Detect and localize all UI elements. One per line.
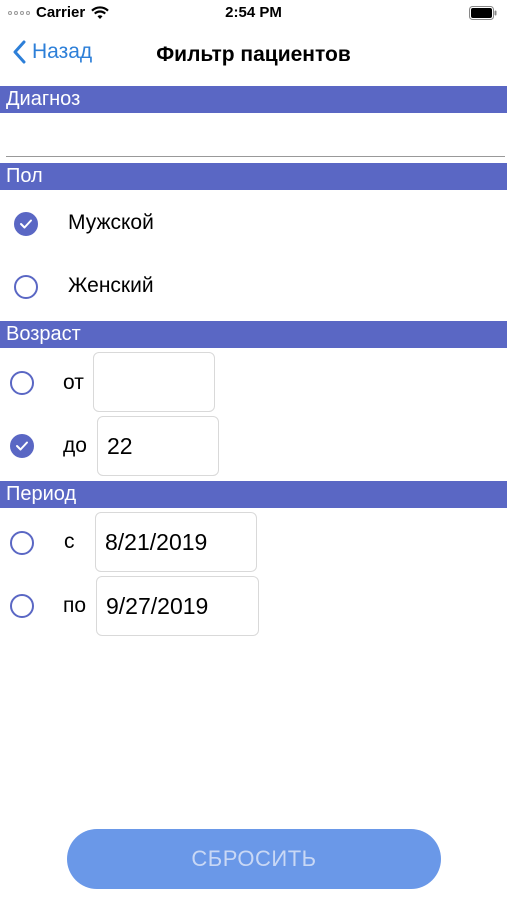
radio-age-to[interactable] — [10, 434, 34, 458]
navigation-bar: Назад Фильтр пациентов — [0, 36, 507, 80]
radio-period-from[interactable] — [10, 531, 34, 555]
section-header-sex: Пол — [0, 163, 507, 190]
age-from-input[interactable] — [93, 352, 215, 412]
age-from-label: от — [63, 371, 84, 394]
period-from-label: с — [64, 530, 75, 553]
section-header-period: Период — [0, 481, 507, 508]
section-header-diagnosis: Диагноз — [0, 86, 507, 113]
patient-filter-screen: Carrier 2:54 PM Назад Фильтр пациентов Д… — [0, 0, 507, 900]
radio-period-to[interactable] — [10, 594, 34, 618]
radio-male[interactable] — [14, 212, 38, 236]
checkmark-icon — [20, 219, 32, 229]
radio-age-from[interactable] — [10, 371, 34, 395]
checkmark-icon — [16, 441, 28, 451]
page-title: Фильтр пациентов — [156, 43, 351, 66]
reset-button[interactable]: СБРОСИТЬ — [67, 829, 441, 889]
option-label-male: Мужской — [68, 211, 154, 234]
battery-icon — [469, 6, 497, 20]
period-to-label: по — [63, 594, 87, 617]
status-time: 2:54 PM — [225, 4, 282, 21]
period-from-date-input[interactable] — [95, 512, 257, 572]
age-to-input[interactable] — [97, 416, 219, 476]
diagnosis-input[interactable] — [6, 113, 505, 157]
age-to-label: до — [63, 434, 87, 457]
section-header-age: Возраст — [0, 321, 507, 348]
period-to-date-input[interactable] — [96, 576, 259, 636]
status-bar: Carrier 2:54 PM — [0, 0, 507, 28]
option-label-female: Женский — [68, 274, 154, 297]
radio-female[interactable] — [14, 275, 38, 299]
